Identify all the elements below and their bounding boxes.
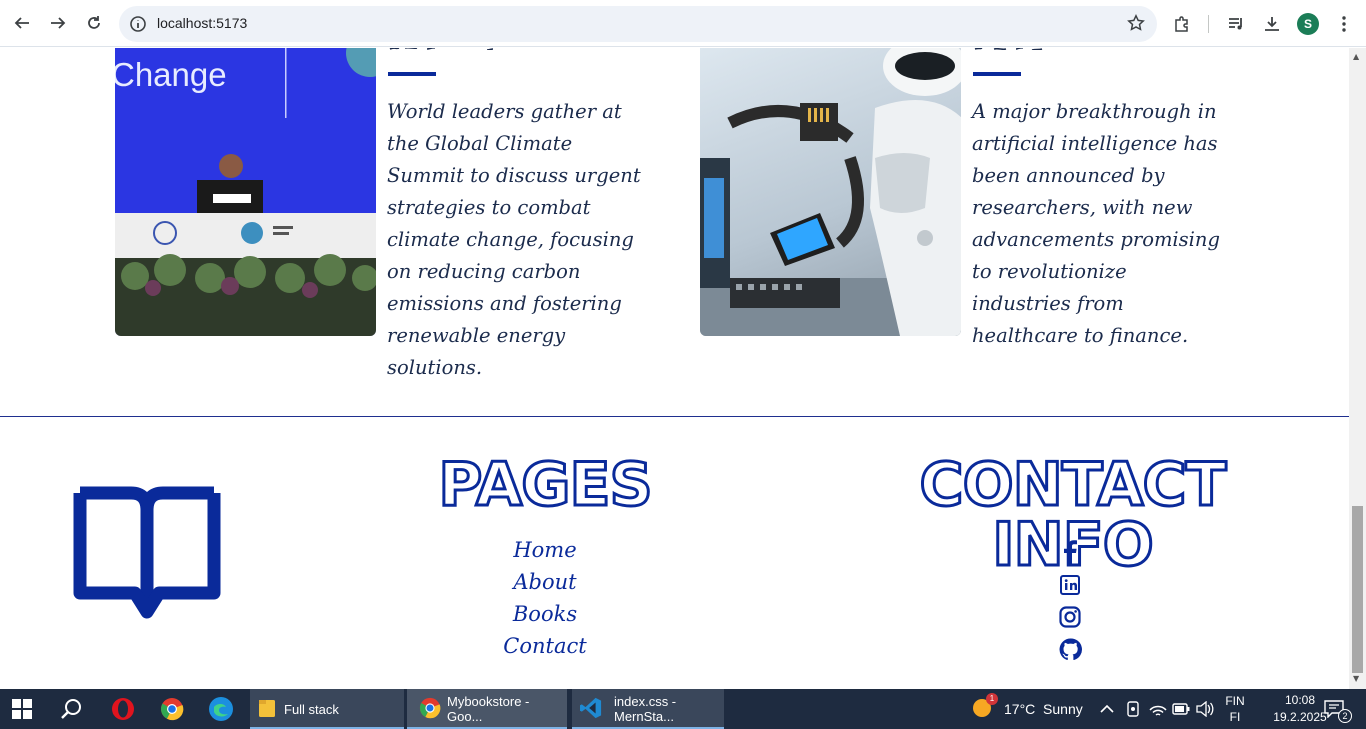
climate-summit-image: Change (115, 48, 376, 336)
page-viewport: Change World leaders gather at the Globa… (0, 48, 1349, 689)
search-icon[interactable] (60, 689, 84, 729)
taskbar-item-label: Full stack (284, 701, 339, 717)
chevron-up-icon[interactable] (1100, 689, 1114, 729)
weather-text: 17°C Sunny (1004, 701, 1083, 717)
language-code: FIN (1225, 694, 1245, 708)
sun-icon: 1 (970, 692, 998, 723)
article-title-underline (388, 72, 436, 76)
facebook-icon[interactable] (1058, 540, 1082, 564)
page-scrollbar[interactable]: ▲ ▼ (1349, 48, 1366, 689)
media-queue-icon[interactable] (1224, 12, 1248, 36)
back-icon[interactable] (9, 10, 35, 36)
taskbar-item-label: index.css - MernSta... (614, 694, 677, 724)
scroll-up-icon[interactable]: ▲ (1353, 52, 1359, 61)
footer-divider (0, 416, 1349, 417)
article-summary: World leaders gather at the Global Clima… (387, 100, 641, 379)
keyboard-layout: FI (1229, 710, 1241, 724)
instagram-icon[interactable] (1058, 605, 1082, 629)
folder-icon (258, 698, 276, 721)
input-language[interactable]: FIN FI (1222, 693, 1248, 725)
toolbar-divider (1208, 15, 1209, 33)
article-summary: A major breakthrough in artificial intel… (972, 100, 1220, 347)
bookmark-star-icon[interactable] (1127, 14, 1145, 36)
reload-icon[interactable] (81, 10, 107, 36)
article-title-underline (973, 72, 1021, 76)
taskbar-item-label: Mybookstore - Goo... (447, 694, 530, 724)
article-title-clipped (387, 48, 517, 50)
image-slogan-text: Change (115, 56, 227, 93)
footer-link-books[interactable]: Books (470, 598, 620, 630)
profile-avatar[interactable]: S (1297, 13, 1319, 35)
linkedin-icon[interactable] (1058, 573, 1082, 597)
menu-icon[interactable] (1332, 12, 1356, 36)
download-icon[interactable] (1260, 12, 1284, 36)
chrome-icon (419, 697, 441, 722)
ai-robot-image (700, 48, 961, 336)
taskbar-item-vscode[interactable]: index.css - MernSta... (572, 689, 724, 729)
footer-link-about[interactable]: About (470, 566, 620, 598)
taskbar-item-file-explorer[interactable]: Full stack (250, 689, 404, 729)
scroll-down-icon[interactable]: ▼ (1353, 674, 1359, 683)
info-icon[interactable] (129, 15, 147, 37)
opera-icon[interactable] (111, 689, 135, 729)
notification-count-badge: 2 (1338, 709, 1352, 723)
open-book-icon[interactable] (73, 486, 221, 624)
taskbar-item-chrome-window[interactable]: Mybookstore - Goo... (407, 689, 567, 729)
footer-nav: Home About Books Contact (470, 534, 620, 662)
footer-link-contact[interactable]: Contact (470, 630, 620, 662)
weather-alert-badge: 1 (986, 692, 998, 705)
meet-now-icon[interactable] (1126, 689, 1140, 729)
windows-taskbar: Full stack Mybookstore - Goo... index.cs… (0, 689, 1366, 729)
forward-icon[interactable] (45, 10, 71, 36)
windows-start-icon[interactable] (12, 689, 32, 729)
volume-icon[interactable] (1196, 689, 1214, 729)
extensions-icon[interactable] (1170, 12, 1194, 36)
browser-toolbar: localhost:5173 S (0, 0, 1366, 47)
battery-icon[interactable] (1172, 689, 1190, 729)
chrome-icon[interactable] (160, 689, 184, 729)
article-title-clipped (972, 48, 1102, 50)
weather-widget[interactable]: 1 17°C Sunny (970, 689, 1083, 729)
url-text[interactable]: localhost:5173 (157, 15, 247, 31)
address-bar[interactable]: localhost:5173 (119, 6, 1157, 42)
footer-link-home[interactable]: Home (470, 534, 620, 566)
github-icon[interactable] (1058, 637, 1082, 661)
edge-icon[interactable] (208, 689, 234, 729)
scrollbar-thumb[interactable] (1352, 506, 1363, 673)
pages-heading: PAGES (437, 450, 654, 520)
wifi-icon[interactable] (1149, 689, 1167, 729)
notification-icon[interactable]: 2 (1324, 689, 1352, 729)
vscode-icon (580, 697, 602, 722)
